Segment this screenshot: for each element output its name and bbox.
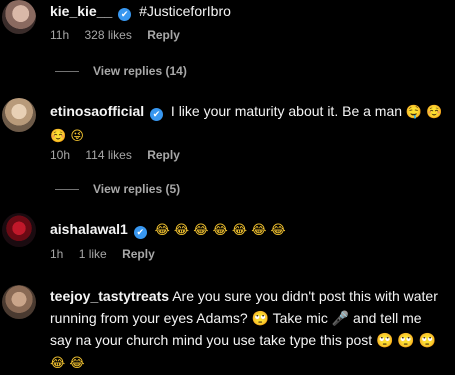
reply-button[interactable]: Reply bbox=[147, 28, 180, 42]
verified-icon: ✔ bbox=[150, 108, 164, 121]
username[interactable]: kie_kie__ bbox=[50, 3, 112, 19]
like-count[interactable]: 114 likes bbox=[85, 148, 131, 162]
comment-text[interactable]: say na your church mind you use take typ… bbox=[50, 332, 436, 348]
reply-button[interactable]: Reply bbox=[122, 247, 155, 261]
emoji-group: ☺️ 😜 bbox=[50, 129, 84, 144]
comment-time: 1h bbox=[50, 247, 64, 261]
username[interactable]: etinosaofficial bbox=[50, 103, 144, 119]
comment-text[interactable]: #JusticeforIbro bbox=[139, 3, 231, 19]
verified-icon: ✔ bbox=[118, 8, 132, 21]
avatar[interactable] bbox=[2, 213, 36, 247]
like-count[interactable]: 1 like bbox=[79, 247, 107, 261]
comment-text[interactable]: Are you sure you didn't post this with w… bbox=[172, 288, 438, 304]
emoji-group: 😂 😂 bbox=[50, 356, 85, 371]
avatar[interactable] bbox=[2, 0, 36, 34]
avatar[interactable] bbox=[2, 285, 36, 319]
avatar[interactable] bbox=[2, 98, 36, 132]
reply-button[interactable]: Reply bbox=[147, 148, 180, 162]
comment-time: 10h bbox=[50, 148, 71, 162]
verified-icon: ✔ bbox=[133, 226, 147, 239]
comment-text[interactable]: I like your maturity about it. Be a man bbox=[171, 103, 402, 119]
comment-text[interactable]: running from your eyes Adams? 🙄 Take mic… bbox=[50, 310, 422, 326]
username[interactable]: aishalawal1 bbox=[50, 221, 128, 237]
divider bbox=[55, 189, 79, 191]
comment-time: 11h bbox=[50, 28, 70, 42]
divider bbox=[55, 71, 79, 73]
emoji-group: 😂 😂 😂 😂 😂 😂 😂 bbox=[154, 223, 286, 238]
like-count[interactable]: 328 likes bbox=[84, 28, 131, 42]
view-replies-button[interactable]: View replies (14) bbox=[55, 64, 187, 78]
emoji-group: 🤤 ☺️ bbox=[405, 105, 443, 120]
username[interactable]: teejoy_tastytreats bbox=[50, 288, 169, 304]
view-replies-button[interactable]: View replies (5) bbox=[55, 182, 180, 196]
